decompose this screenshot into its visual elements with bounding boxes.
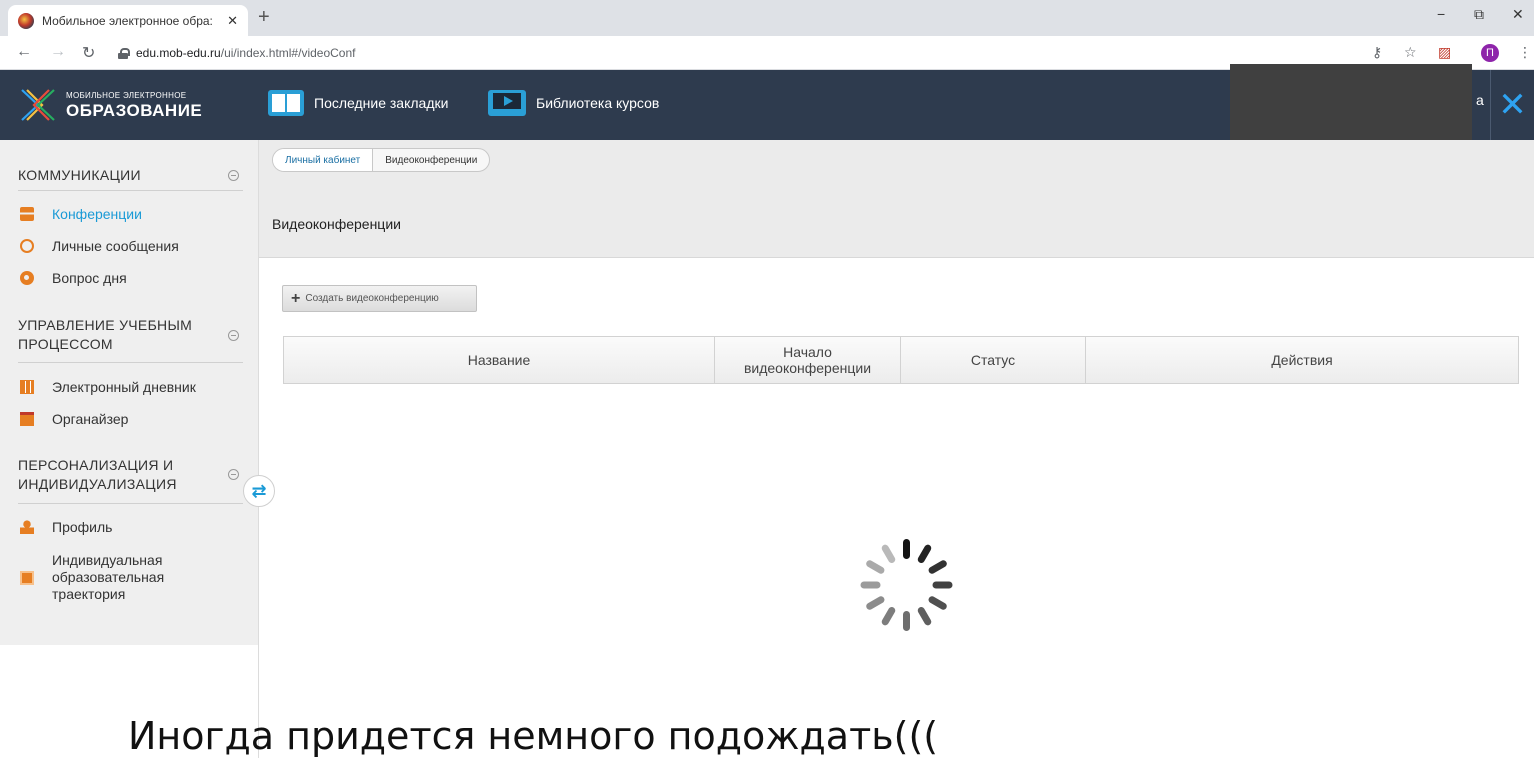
sidebar-item-trajectory[interactable]: Индивидуальная образовательная траектори… [20, 552, 220, 603]
address-bar[interactable]: edu.mob-edu.ru/ui/index.html#/videoConf [110, 40, 1360, 66]
logo-small-text: МОБИЛЬНОЕ ЭЛЕКТРОННОЕ [66, 90, 187, 100]
section-learning-management-title: УПРАВЛЕНИЕ УЧЕБНЫМ ПРОЦЕССОМ [18, 317, 193, 352]
spinner-spoke [916, 543, 933, 565]
section-collapse-icon[interactable] [228, 469, 239, 480]
forward-arrow-icon[interactable]: → [50, 43, 66, 61]
nav-bookmarks-label: Последние закладки [314, 95, 449, 111]
site-logo[interactable]: МОБИЛЬНОЕ ЭЛЕКТРОННОЕ ОБРАЗОВАНИЕ [18, 86, 202, 124]
plus-icon: + [291, 289, 301, 307]
table-grid-icon [20, 380, 34, 394]
section-communications-title: КОММУНИКАЦИИ [18, 167, 141, 183]
sidebar-item-label: Профиль [52, 519, 113, 535]
spinner-spoke [903, 539, 910, 559]
sidebar-item-label: Органайзер [52, 411, 129, 427]
spinner-spoke [903, 611, 910, 631]
breadcrumb-link-cabinet[interactable]: Личный кабинет [273, 149, 374, 171]
header-close-icon[interactable]: ✕ [1490, 70, 1534, 140]
restore-button[interactable]: ⧉ [1474, 6, 1484, 23]
section-divider [18, 503, 243, 504]
sidebar-item-label: Индивидуальная образовательная траектори… [52, 552, 165, 602]
spinner-spoke [932, 581, 953, 589]
column-header-name[interactable]: Название [284, 337, 715, 383]
browser-tabstrip: Мобильное электронное обра: ✕ + − ⧉ ✕ [0, 0, 1534, 36]
section-divider [18, 362, 243, 363]
lock-icon [118, 47, 130, 59]
spinner-spoke [860, 581, 881, 589]
create-button-label: Создать видеоконференцию [305, 293, 439, 304]
column-header-start[interactable]: Начало видеоконференции [715, 337, 901, 383]
breadcrumb-current: Видеоконференции [385, 154, 478, 166]
reload-icon[interactable]: ↻ [82, 43, 95, 63]
sidebar-item-question-of-day[interactable]: Вопрос дня [20, 270, 127, 286]
sidebar-toggle-icon[interactable]: ⇄ [243, 475, 275, 507]
chat-bubbles-icon [20, 239, 34, 253]
trajectory-icon [20, 570, 34, 585]
spinner-spoke [864, 558, 886, 576]
nav-course-library[interactable]: Библиотека курсов [488, 90, 659, 116]
user-icon [20, 520, 34, 534]
back-arrow-icon[interactable]: ← [16, 43, 32, 61]
video-library-icon [488, 90, 526, 116]
section-personalization-title: ПЕРСОНАЛИЗАЦИЯ И ИНДИВИДУАЛИЗАЦИЯ [18, 457, 177, 492]
create-videoconference-button[interactable]: + Создать видеоконференцию [282, 285, 477, 312]
spinner-spoke [864, 594, 886, 612]
site-favicon-icon [18, 12, 34, 29]
new-tab-button[interactable]: + [258, 6, 270, 29]
spinner-spoke [927, 594, 949, 612]
logo-mark-icon [21, 89, 55, 121]
spinner-spoke [916, 605, 933, 627]
browser-tab[interactable]: Мобильное электронное обра: ✕ [8, 5, 248, 36]
spinner-spoke [880, 605, 897, 627]
menu-dots-icon[interactable]: ⋮ [1518, 44, 1532, 61]
loading-spinner-icon [860, 535, 953, 635]
window-close-button[interactable]: ✕ [1512, 6, 1524, 23]
pdf-extension-icon[interactable]: ▨ [1438, 44, 1451, 61]
nav-library-label: Библиотека курсов [536, 95, 660, 111]
sidebar-item-diary[interactable]: Электронный дневник [20, 379, 196, 395]
tab-close-icon[interactable]: ✕ [227, 13, 238, 29]
sidebar-item-messages[interactable]: Личные сообщения [20, 238, 179, 254]
sidebar-item-label: Личные сообщения [52, 238, 179, 254]
book-icon [268, 90, 304, 116]
breadcrumb: Личный кабинет Видеоконференции [272, 148, 491, 172]
conference-icon [20, 207, 34, 221]
conferences-table-header: Название Начало видеоконференции Статус … [283, 336, 1519, 384]
question-search-icon [20, 271, 34, 285]
sidebar-item-label: Вопрос дня [52, 270, 127, 286]
key-icon[interactable]: ⚷ [1372, 44, 1382, 61]
caption-text: Иногда придется немного подождать((( [128, 714, 939, 758]
calendar-icon [20, 412, 34, 426]
profile-avatar[interactable]: П [1481, 44, 1499, 62]
redacted-area [1230, 64, 1472, 142]
nav-bookmarks[interactable]: Последние закладки [268, 90, 448, 116]
sidebar-item-profile[interactable]: Профиль [20, 519, 112, 535]
section-collapse-icon[interactable] [228, 330, 239, 341]
column-header-status[interactable]: Статус [901, 337, 1086, 383]
spinner-spoke [880, 543, 897, 565]
star-icon[interactable]: ☆ [1404, 44, 1417, 61]
url-host: edu.mob-edu.ru [136, 46, 221, 60]
section-divider [18, 190, 243, 191]
minimize-button[interactable]: − [1437, 6, 1445, 22]
page-title: Видеоконференции [272, 216, 401, 232]
user-name-partial[interactable]: а [1476, 92, 1484, 108]
sidebar-item-organizer[interactable]: Органайзер [20, 411, 128, 427]
url-path: /ui/index.html#/videoConf [220, 46, 356, 60]
spinner-spoke [927, 558, 949, 576]
column-header-actions[interactable]: Действия [1086, 337, 1518, 383]
section-collapse-icon[interactable] [228, 170, 239, 181]
sidebar-item-label: Электронный дневник [52, 379, 196, 395]
sidebar-item-conferences[interactable]: Конференции [20, 206, 142, 222]
tab-title: Мобильное электронное обра: [42, 13, 213, 28]
logo-big-text: ОБРАЗОВАНИЕ [66, 100, 203, 120]
sidebar-item-label: Конференции [52, 206, 142, 222]
